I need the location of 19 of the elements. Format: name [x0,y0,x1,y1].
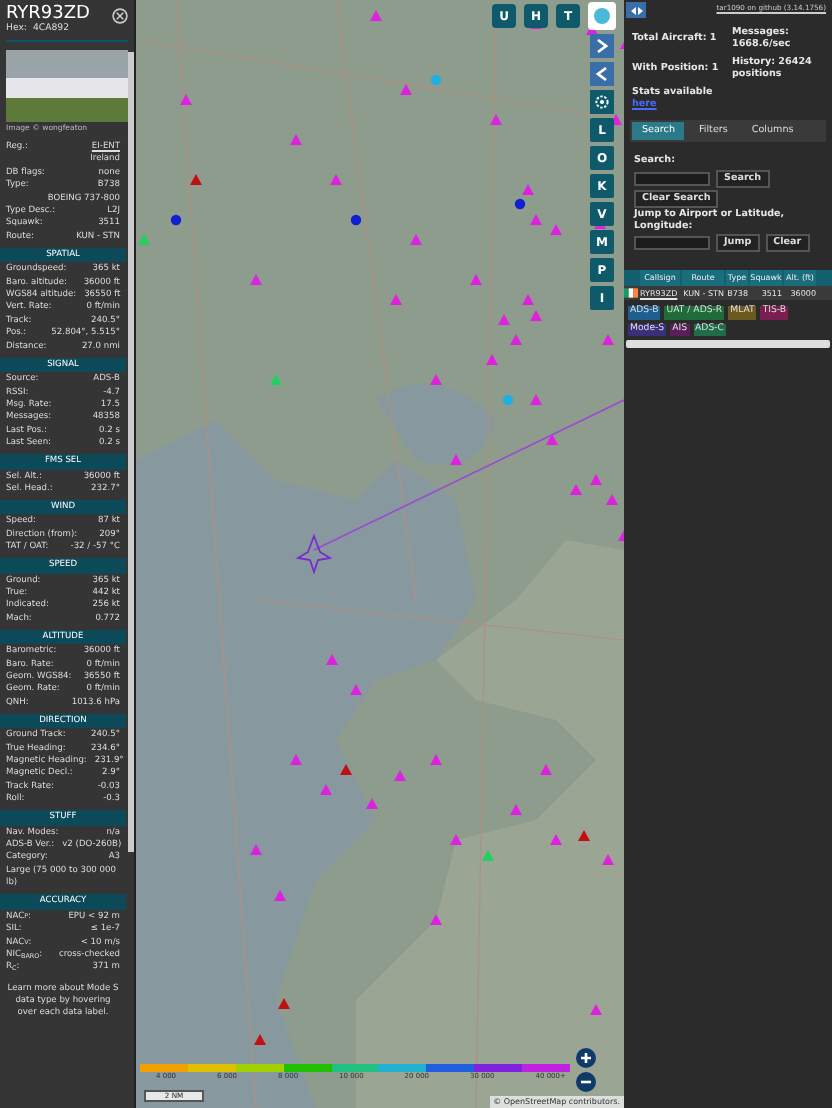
horizontal-scrollbar[interactable] [626,340,830,349]
arrows-icon [629,5,643,15]
photo-placeholder [6,50,128,122]
minus-icon [580,1076,592,1088]
search-field[interactable] [634,172,710,187]
settings-icon [594,94,610,110]
plus-icon [580,1052,592,1064]
flag-icon [624,288,638,299]
panel-toggle-button[interactable] [626,2,646,18]
scrollbar[interactable] [128,52,134,852]
collapse-button[interactable] [590,62,614,86]
jump-field[interactable] [634,236,710,251]
chevron-right-icon [596,38,608,54]
settings-button[interactable] [590,90,614,114]
expand-button[interactable] [590,34,614,58]
chevron-left-icon [596,66,608,82]
weather-toggle-button[interactable] [588,2,616,30]
callsign-title: RYR93ZD [6,4,90,24]
close-icon[interactable] [112,8,128,24]
